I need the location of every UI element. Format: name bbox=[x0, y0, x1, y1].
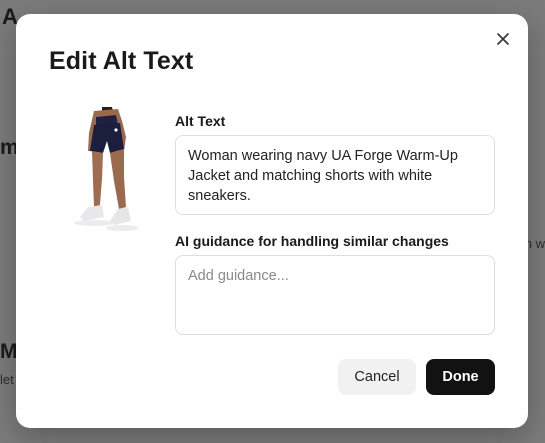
alt-text-field[interactable]: Woman wearing navy UA Forge Warm-Up Jack… bbox=[175, 135, 495, 215]
alt-text-label: Alt Text bbox=[175, 113, 226, 129]
modal-title: Edit Alt Text bbox=[49, 47, 194, 75]
ai-guidance-label: AI guidance for handling similar changes bbox=[175, 233, 449, 249]
close-icon bbox=[497, 33, 509, 45]
edit-alt-text-modal: Edit Alt Text Alt Text Woman wearing nav… bbox=[16, 14, 528, 428]
close-button[interactable] bbox=[492, 28, 514, 50]
ai-guidance-field[interactable] bbox=[175, 255, 495, 335]
cancel-button[interactable]: Cancel bbox=[338, 359, 416, 395]
background-text-fragment: let bbox=[0, 372, 14, 387]
product-image bbox=[58, 107, 142, 239]
done-button[interactable]: Done bbox=[426, 359, 495, 395]
